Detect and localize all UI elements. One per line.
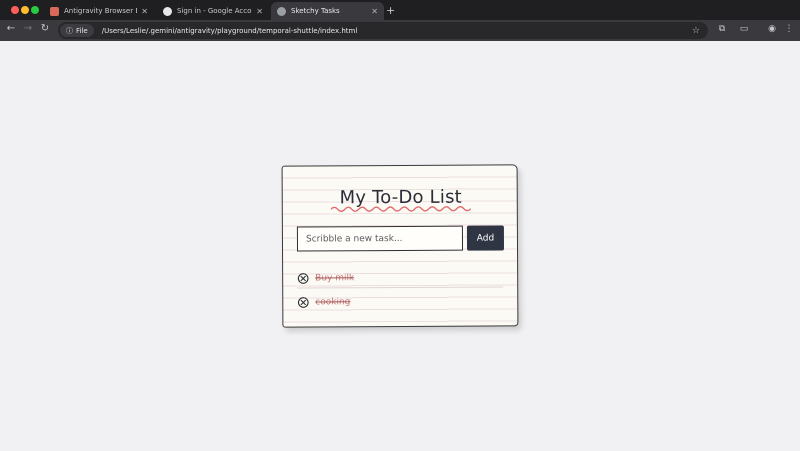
completed-x-circle-icon[interactable] [297,272,309,284]
kebab-menu-icon[interactable]: ⋮ [783,24,795,34]
forward-arrow-icon[interactable]: → [21,23,35,34]
close-icon[interactable]: ✕ [141,7,148,16]
profile-icon[interactable]: ◉ [766,24,778,34]
completed-x-circle-icon[interactable] [297,296,309,308]
new-tab-plus-icon[interactable]: + [386,4,395,17]
close-window-button[interactable] [11,6,19,14]
puzzle-icon[interactable]: ⧉ [716,24,728,34]
tab-title: Antigravity Browser Extension [64,7,137,15]
todo-card: My To-Do List Add Buy milk cooking [281,164,519,328]
tab-google-sign-in[interactable]: Sign in - Google Accounts ✕ [157,2,269,20]
tab-title: Sketchy Tasks [291,7,340,15]
globe-icon [277,6,286,16]
tab-antigravity-extension[interactable]: Antigravity Browser Extension ✕ [44,2,154,20]
add-task-button[interactable]: Add [466,225,505,251]
cast-icon[interactable]: ▭ [738,24,750,34]
google-icon [163,6,172,16]
task-item[interactable]: cooking [297,291,503,312]
tab-sketchy-tasks[interactable]: Sketchy Tasks ✕ [271,2,384,20]
minimize-window-button[interactable] [21,6,29,14]
task-item[interactable]: Buy milk [297,267,504,289]
address-bar[interactable]: ⓘ File /Users/Leslie/.gemini/antigravity… [58,22,708,39]
reload-icon[interactable]: ↻ [38,23,52,34]
site-info-label: File [76,26,88,35]
site-info-chip[interactable]: ⓘ File [60,24,94,37]
zoom-window-button[interactable] [31,6,39,14]
close-icon[interactable]: ✕ [256,7,263,16]
tab-favicon-icon [50,6,59,16]
star-icon[interactable]: ☆ [692,26,700,36]
new-task-input[interactable] [296,225,464,252]
close-icon[interactable]: ✕ [371,7,378,16]
page-viewport: My To-Do List Add Buy milk cooking [0,41,800,451]
title-squiggle-underline [330,206,471,212]
task-text: Buy milk [315,272,355,283]
tab-title: Sign in - Google Accounts [177,7,252,15]
browser-toolbar: ← → ↻ ⓘ File /Users/Leslie/.gemini/antig… [0,20,800,41]
task-text: cooking [315,297,351,308]
back-arrow-icon[interactable]: ← [4,23,18,34]
url-text: /Users/Leslie/.gemini/antigravity/playgr… [101,26,358,35]
info-icon: ⓘ [66,26,73,35]
browser-tab-strip: Antigravity Browser Extension ✕ Sign in … [0,0,800,20]
